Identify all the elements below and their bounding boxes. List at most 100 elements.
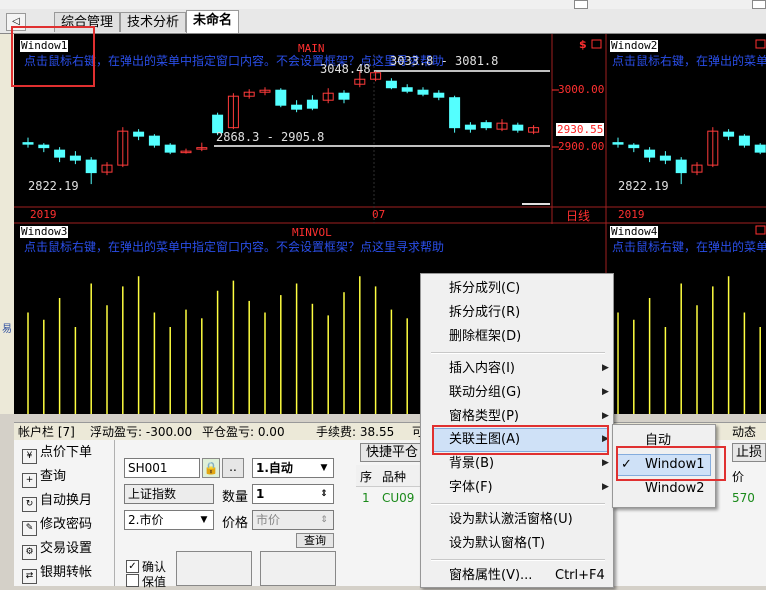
candle[interactable] <box>385 80 397 89</box>
candle[interactable] <box>338 92 350 100</box>
highlight-box-window1 <box>11 26 95 87</box>
window2-label[interactable]: Window2 <box>610 40 659 52</box>
qty-value: 1 <box>256 487 265 501</box>
sidebar-item-查询[interactable]: + 查询 <box>22 468 66 488</box>
sidebar-item-label: 自动换月 <box>40 493 93 508</box>
menu-item-insert-content[interactable]: 插入内容(I) <box>449 359 515 379</box>
candle[interactable] <box>54 149 66 158</box>
window-control-icon[interactable] <box>574 0 588 9</box>
stop-loss-button[interactable]: 止损 <box>732 443 766 462</box>
menu-item-pane-properties[interactable]: 窗格属性(V)... <box>449 566 532 586</box>
chart-area[interactable]: Window1 Window2 Window3 Window4 MAIN MIN… <box>14 34 766 414</box>
hint-link-window2[interactable]: 点击鼠标右键，在弹出的菜单中指定窗口内容。不会设置框架？点这里寻求帮助 <box>612 52 766 69</box>
menu-separator <box>431 352 605 354</box>
table-row[interactable]: 1 CU09 <box>356 488 426 508</box>
menu-shortcut: Ctrl+F4 <box>555 568 605 583</box>
candle[interactable] <box>612 142 624 145</box>
sidebar-item-自动换月[interactable]: ↻ 自动换月 <box>22 492 93 512</box>
candle[interactable] <box>433 92 445 98</box>
candle[interactable] <box>275 89 287 106</box>
axis-month-label: 07 <box>372 208 386 221</box>
candle[interactable] <box>512 124 524 131</box>
hint-link-window3[interactable]: 点击鼠标右键，在弹出的菜单中指定窗口内容。不会设置框架？点这里寻求帮助 <box>24 238 606 255</box>
price-input[interactable]: 市价 ⇕ <box>252 510 334 530</box>
candle[interactable] <box>85 159 97 174</box>
query-button[interactable]: 查询 <box>296 533 334 548</box>
candle[interactable] <box>148 135 160 146</box>
candle[interactable] <box>723 131 735 137</box>
menu-item-font[interactable]: 字体(F) <box>449 478 493 498</box>
maximize-icon-minvol[interactable] <box>755 225 766 235</box>
code-field[interactable]: SH001 <box>124 458 200 478</box>
tab-bar: ◁ 综合管理 技术分析 未命名 <box>0 9 766 34</box>
candle[interactable] <box>291 104 303 110</box>
qty-input[interactable]: 1 ⇕ <box>252 484 334 504</box>
candle[interactable] <box>464 124 476 130</box>
candle[interactable] <box>628 144 640 149</box>
chevron-down-icon: ▼ <box>320 463 328 473</box>
candle[interactable] <box>675 159 687 174</box>
period-label: 日线 <box>566 209 591 223</box>
sidebar-item-label: 修改密码 <box>40 517 93 532</box>
spinner-icon[interactable]: ⇕ <box>317 487 331 501</box>
hint-link-window1[interactable]: 点击鼠标右键，在弹出的菜单中指定窗口内容。不会设置框架？点这里寻求帮助 <box>24 52 606 69</box>
candle[interactable] <box>754 144 766 153</box>
candle[interactable] <box>449 97 461 129</box>
menu-item-background[interactable]: 背景(B) <box>449 454 494 474</box>
axis-year-label-right: 2019 <box>618 208 645 221</box>
quick-close-button[interactable]: 快捷平仓 <box>360 443 424 462</box>
candle[interactable] <box>164 144 176 153</box>
candle[interactable] <box>69 155 81 161</box>
sidebar-item-label: 交易设置 <box>40 541 93 556</box>
sidebar-item-银期转帐[interactable]: ⇄ 银期转帐 <box>22 564 92 584</box>
price-type-select[interactable]: 2.市价 ▼ <box>124 510 214 530</box>
menu-item-set-default-pane[interactable]: 设为默认窗格(T) <box>449 534 545 554</box>
chart-canvas[interactable] <box>14 34 766 414</box>
maximize-icon[interactable] <box>591 39 602 49</box>
menu-item-split-rows[interactable]: 拆分成行(R) <box>449 303 520 323</box>
candle[interactable] <box>133 131 145 137</box>
submenu-arrow-icon: ▶ <box>602 482 609 492</box>
candle[interactable] <box>22 142 34 145</box>
candle[interactable] <box>417 89 429 95</box>
candle[interactable] <box>38 144 50 149</box>
submenu-item-window2[interactable]: Window2 <box>645 479 705 499</box>
col-symbol-header: 品种 <box>382 470 407 484</box>
floating-pnl: 浮动盈亏: -300.00 <box>90 425 193 439</box>
window3-label[interactable]: Window3 <box>20 226 69 238</box>
sidebar-item-交易设置[interactable]: ⚙ 交易设置 <box>22 540 93 560</box>
candle[interactable] <box>659 155 671 161</box>
buy-button[interactable] <box>176 551 252 586</box>
maximize-icon-right[interactable] <box>755 39 766 49</box>
row-tail-value: 570 <box>732 491 755 505</box>
confirm-checkbox[interactable]: ✓ <box>126 560 139 573</box>
menu-item-split-columns[interactable]: 拆分成列(C) <box>449 279 520 299</box>
submenu-arrow-icon: ▶ <box>602 387 609 397</box>
gutter-text: 易 <box>2 324 12 335</box>
menu-item-delete-frame[interactable]: 删除框架(D) <box>449 327 521 347</box>
sell-button[interactable] <box>260 551 336 586</box>
window4-label[interactable]: Window4 <box>610 226 659 238</box>
tab-未命名[interactable]: 未命名 <box>186 10 240 33</box>
menu-item-link-group[interactable]: 联动分组(G) <box>449 383 521 403</box>
candle[interactable] <box>644 149 656 158</box>
sidebar-item-修改密码[interactable]: ✎ 修改密码 <box>22 516 93 536</box>
spinner-icon[interactable]: ⇕ <box>317 513 331 527</box>
sidebar-item-点价下单[interactable]: ¥ 点价下单 <box>22 444 92 464</box>
hedge-label: 保值 <box>142 575 167 589</box>
lock-icon[interactable]: 🔒 <box>202 458 220 478</box>
hint-link-window4[interactable]: 点击鼠标右键，在弹出的菜单中指定窗口内容。不会设置框架？点这里寻求帮助 <box>612 238 766 255</box>
candle[interactable] <box>401 87 413 92</box>
menu-item-pane-type[interactable]: 窗格类型(P) <box>449 407 519 427</box>
scroll-thumb[interactable] <box>522 203 550 205</box>
account-label[interactable]: 帐户栏 [7] <box>18 423 75 441</box>
tab-技术分析[interactable]: 技术分析 <box>120 12 187 32</box>
open-mode-select[interactable]: 1.自动 ▼ <box>252 458 334 478</box>
menu-item-set-default-active[interactable]: 设为默认激活窗格(U) <box>449 510 573 530</box>
candle[interactable] <box>738 135 750 146</box>
candle[interactable] <box>480 122 492 129</box>
candle[interactable] <box>306 99 318 109</box>
hedge-checkbox[interactable] <box>126 574 139 587</box>
window-control-icon[interactable] <box>752 0 766 9</box>
browse-button[interactable]: .. <box>222 458 244 478</box>
